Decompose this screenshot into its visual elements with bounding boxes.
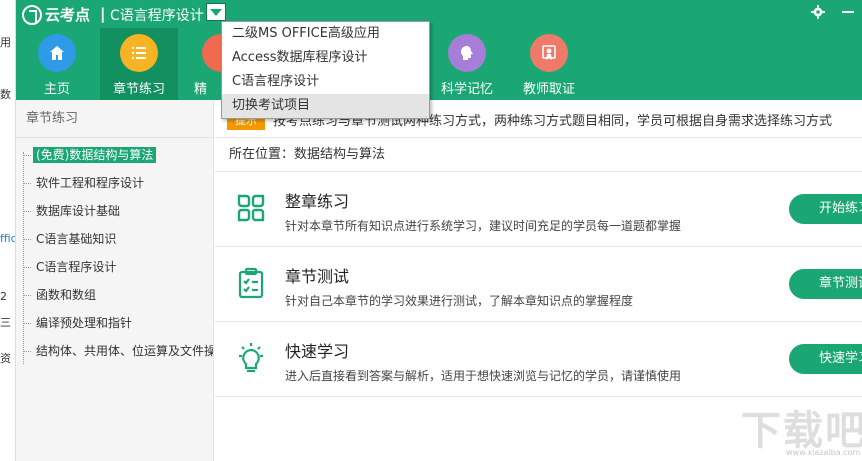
- brain-icon: [448, 34, 486, 72]
- card-description: 进入后直接看到答案与解析，适用于想快速浏览与记忆的学员，请谨慎使用: [285, 369, 682, 383]
- nav-teacher-cert[interactable]: 教师取证: [510, 28, 588, 100]
- nav-science-memory[interactable]: 科学记忆: [428, 28, 506, 100]
- current-course-title: C语言程序设计: [110, 8, 204, 24]
- chapter-label: 结构体、共用体、位运算及文件操: [36, 344, 213, 358]
- course-dropdown-menu: 二级MS OFFICE高级应用 Access数据库程序设计 C语言程序设计 切换…: [221, 21, 430, 119]
- list-icon: [120, 34, 158, 72]
- switch-exam-menu-item[interactable]: 切换考试项目: [222, 94, 429, 118]
- card-title: 快速学习: [285, 342, 350, 361]
- gear-icon: [202, 34, 222, 72]
- clipboard-check-icon: [238, 267, 264, 299]
- chapter-item[interactable]: 数据库设计基础: [16, 198, 213, 226]
- card-description: 针对本章节所有知识点进行系统学习，建议时间充足的学员每一道题都掌握: [285, 219, 682, 233]
- app-window: 云考点 | C语言程序设计 主页 章节练习 精 科学记忆 教师取证 章节练习 (…: [16, 0, 862, 461]
- header: 云考点 | C语言程序设计 主页 章节练习 精 科学记忆 教师取证: [16, 0, 862, 100]
- course-menu-item[interactable]: C语言程序设计: [222, 70, 429, 94]
- nav-label: 科学记忆: [440, 82, 493, 97]
- chapter-item[interactable]: 函数和数组: [16, 282, 213, 310]
- main-nav: 主页 章节练习 精 科学记忆 教师取证: [16, 28, 862, 100]
- chapter-item[interactable]: 编译预处理和指针: [16, 310, 213, 338]
- chapter-item[interactable]: 软件工程和程序设计: [16, 170, 213, 198]
- background-text: 2: [0, 290, 7, 303]
- chapter-test-card: 章节测试 针对自己本章节的学习效果进行测试，了解本章知识点的掌握程度 章节测试: [215, 247, 862, 322]
- course-menu-item[interactable]: 二级MS OFFICE高级应用: [222, 22, 429, 46]
- watermark-url: www.xiazaiba.com: [786, 448, 861, 457]
- quick-learn-button[interactable]: 快速学习: [789, 344, 862, 374]
- nav-chapter-practice[interactable]: 章节练习: [100, 28, 178, 100]
- nav-home[interactable]: 主页: [18, 28, 96, 100]
- card-description: 针对自己本章节的学习效果进行测试，了解本章知识点的掌握程度: [285, 294, 634, 308]
- course-dropdown-button[interactable]: [206, 3, 226, 21]
- sidebar-title: 章节练习: [16, 100, 213, 138]
- chapter-label: C语言程序设计: [36, 260, 117, 274]
- chapter-item[interactable]: C语言基础知识: [16, 226, 213, 254]
- lightbulb-icon: [239, 343, 263, 373]
- grid-icon: [237, 194, 265, 222]
- title-bar: 云考点 | C语言程序设计: [16, 0, 862, 28]
- title-separator: |: [100, 5, 106, 23]
- chapter-item[interactable]: 结构体、共用体、位运算及文件操: [16, 338, 213, 366]
- background-text: 资: [0, 352, 11, 365]
- chapter-label: (免费)数据结构与算法: [33, 147, 157, 163]
- background-text: 数: [0, 88, 11, 101]
- chapter-label: 函数和数组: [36, 288, 97, 302]
- background-window-strip: 用 数 ffice 2 三 资: [0, 0, 16, 461]
- chapter-label: 数据库设计基础: [36, 204, 121, 218]
- location-breadcrumb: 所在位置：数据结构与算法: [215, 138, 862, 172]
- chapter-test-button[interactable]: 章节测试: [789, 269, 862, 299]
- background-text: 用: [0, 36, 11, 49]
- logo-icon: [22, 4, 42, 25]
- practice-card: 整章练习 针对本章节所有知识点进行系统学习，建议时间充足的学员每一道题都掌握 开…: [215, 172, 862, 247]
- nav-hidden-item[interactable]: 精: [182, 28, 222, 100]
- card-title: 整章练习: [285, 192, 350, 211]
- home-icon: [38, 34, 76, 72]
- nav-label: 精: [194, 82, 208, 97]
- chapter-tree: (免费)数据结构与算法 软件工程和程序设计 数据库设计基础 C语言基础知识 C语…: [16, 138, 213, 366]
- nav-label: 教师取证: [522, 82, 575, 97]
- quick-learn-card: 快速学习 进入后直接看到答案与解析，适用于想快速浏览与记忆的学员，请谨慎使用 快…: [215, 322, 862, 397]
- chapter-item[interactable]: (免费)数据结构与算法: [16, 142, 213, 170]
- start-practice-button[interactable]: 开始练习: [789, 194, 862, 224]
- chapter-label: 编译预处理和指针: [36, 316, 133, 330]
- settings-gear-icon[interactable]: [811, 5, 825, 19]
- chapter-label: C语言基础知识: [36, 232, 117, 246]
- background-text: ffice: [0, 232, 15, 245]
- logo-text: 云考点: [45, 6, 91, 24]
- app-logo: 云考点: [22, 4, 90, 25]
- background-text: 三: [0, 316, 11, 329]
- chapter-item[interactable]: C语言程序设计: [16, 254, 213, 282]
- nav-label: 主页: [43, 82, 70, 97]
- nav-label: 章节练习: [112, 82, 165, 97]
- caret-down-icon: [210, 8, 222, 16]
- minimize-button[interactable]: [842, 11, 854, 13]
- certificate-icon: [530, 34, 568, 72]
- chapter-sidebar: 章节练习 (免费)数据结构与算法 软件工程和程序设计 数据库设计基础 C语言基础…: [16, 100, 214, 461]
- course-menu-item[interactable]: Access数据库程序设计: [222, 46, 429, 70]
- chapter-label: 软件工程和程序设计: [36, 176, 145, 190]
- card-title: 章节测试: [285, 267, 350, 286]
